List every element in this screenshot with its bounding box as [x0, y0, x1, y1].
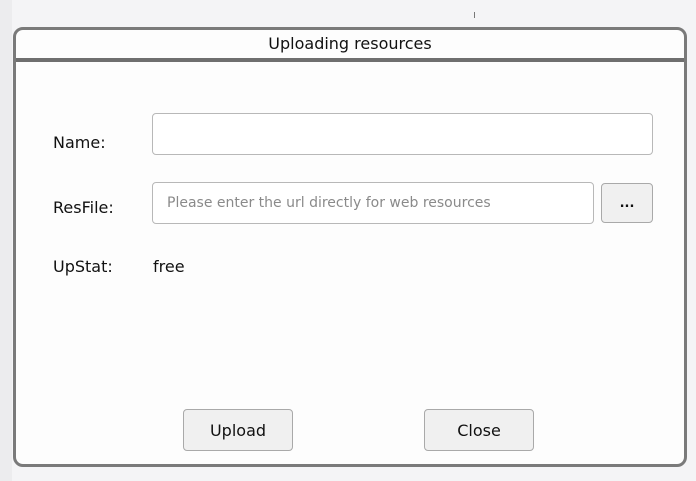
dialog-titlebar[interactable]: Uploading resources	[16, 30, 684, 62]
upload-button[interactable]: Upload	[183, 409, 293, 451]
upstat-value: free	[153, 257, 185, 276]
upstat-label: UpStat:	[53, 257, 113, 276]
browse-button[interactable]: ...	[601, 183, 653, 223]
close-button[interactable]: Close	[424, 409, 534, 451]
resfile-input[interactable]	[152, 182, 594, 224]
background-window-edge	[0, 0, 12, 481]
upload-dialog: Uploading resources Name: ResFile: ... U…	[13, 27, 687, 467]
name-input[interactable]	[152, 113, 653, 155]
background-tick-mark	[474, 12, 475, 18]
name-label: Name:	[53, 133, 106, 152]
resfile-label: ResFile:	[53, 198, 114, 217]
dialog-title: Uploading resources	[268, 34, 432, 53]
screen: Uploading resources Name: ResFile: ... U…	[0, 0, 696, 481]
